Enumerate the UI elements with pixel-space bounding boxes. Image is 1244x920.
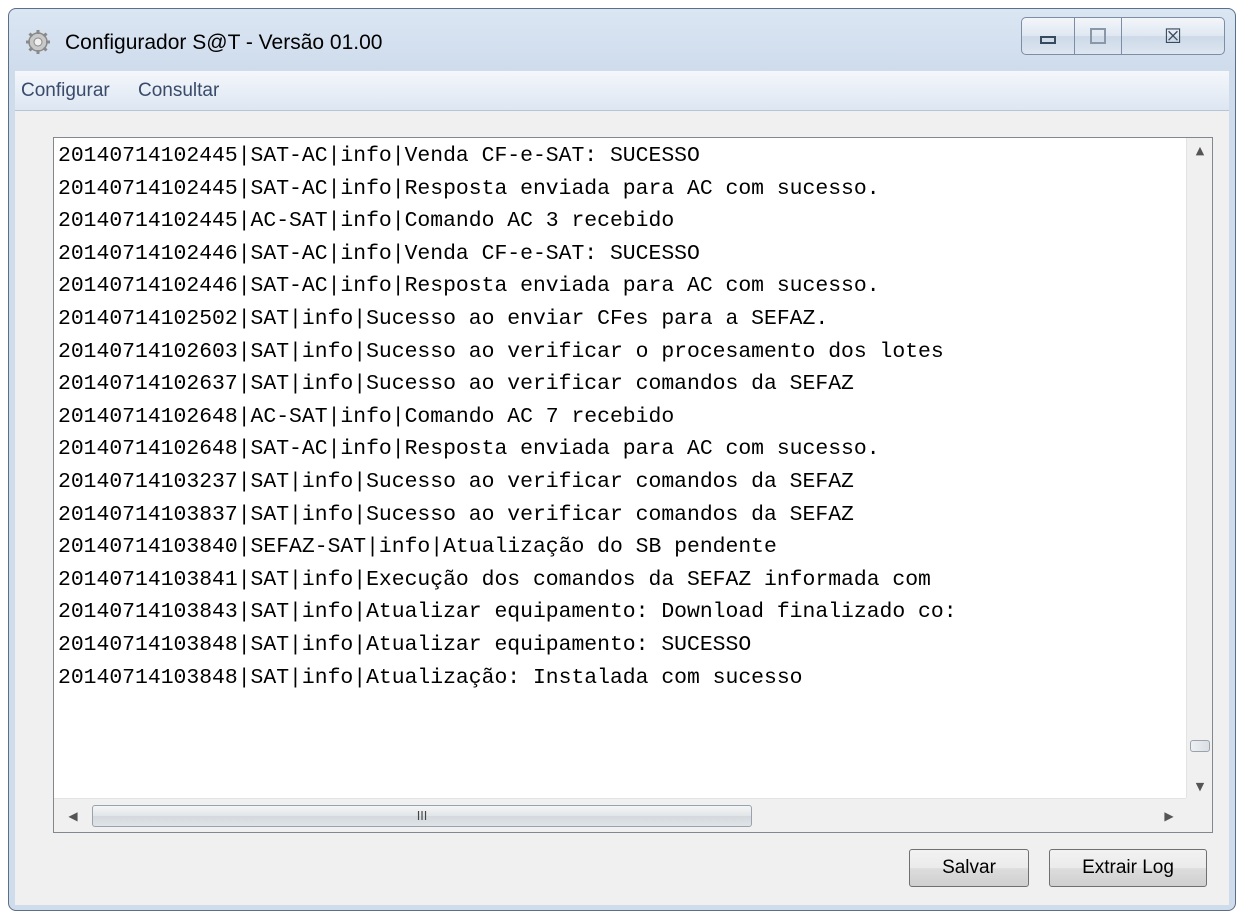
log-line: 20140714102648|SAT-AC|info|Resposta envi… (58, 437, 880, 462)
scroll-right-icon[interactable]: ▶ (1154, 799, 1184, 832)
log-line: 20140714103841|SAT|info|Execução dos com… (58, 567, 931, 592)
caption-buttons: ☒ (1021, 17, 1225, 55)
log-line: 20140714102446|SAT-AC|info|Venda CF-e-SA… (58, 241, 700, 266)
log-line: 20140714102637|SAT|info|Sucesso ao verif… (58, 372, 854, 397)
scroll-up-icon[interactable]: ▲ (1187, 140, 1212, 162)
log-line: 20140714102502|SAT|info|Sucesso ao envia… (58, 306, 829, 331)
scroll-left-icon[interactable]: ◀ (58, 799, 88, 832)
maximize-button[interactable] (1075, 17, 1121, 55)
minimize-button[interactable] (1021, 17, 1075, 55)
log-line: 20140714103843|SAT|info|Atualizar equipa… (58, 600, 957, 625)
log-line: 20140714102603|SAT|info|Sucesso ao verif… (58, 339, 944, 364)
log-line: 20140714102648|AC-SAT|info|Comando AC 7 … (58, 404, 675, 429)
close-icon: ☒ (1164, 24, 1182, 48)
scroll-down-icon[interactable]: ▼ (1187, 776, 1212, 798)
log-line: 20140714102445|SAT-AC|info|Resposta envi… (58, 176, 880, 201)
save-button[interactable]: Salvar (909, 849, 1029, 887)
extract-log-button[interactable]: Extrair Log (1049, 849, 1207, 887)
menu-configurar[interactable]: Configurar (21, 80, 110, 102)
log-line: 20140714102445|AC-SAT|info|Comando AC 3 … (58, 209, 675, 234)
log-line: 20140714103848|SAT|info|Atualização: Ins… (58, 665, 803, 690)
log-lines: 20140714102445|SAT-AC|info|Venda CF-e-SA… (58, 140, 1186, 798)
title-bar[interactable]: Configurador S@T - Versão 01.00 ☒ (9, 9, 1235, 71)
log-line: 20140714103840|SEFAZ-SAT|info|Atualizaçã… (58, 535, 777, 560)
app-window: Configurador S@T - Versão 01.00 ☒ Config… (8, 8, 1236, 911)
log-line: 20140714102445|SAT-AC|info|Venda CF-e-SA… (58, 144, 700, 168)
menu-consultar[interactable]: Consultar (138, 80, 219, 102)
log-line: 20140714102446|SAT-AC|info|Resposta envi… (58, 274, 880, 299)
gear-icon (26, 30, 50, 54)
log-textbox[interactable]: 20140714102445|SAT-AC|info|Venda CF-e-SA… (53, 137, 1213, 833)
vertical-scroll-thumb[interactable] (1190, 740, 1210, 752)
client-area: 20140714102445|SAT-AC|info|Venda CF-e-SA… (15, 111, 1229, 905)
scrollbar-corner (1186, 798, 1212, 832)
log-line: 20140714103237|SAT|info|Sucesso ao verif… (58, 469, 854, 494)
window-title: Configurador S@T - Versão 01.00 (65, 31, 383, 54)
horizontal-scrollbar[interactable]: ◀ III ▶ (54, 798, 1188, 832)
horizontal-scroll-thumb[interactable]: III (92, 805, 752, 827)
maximize-icon (1090, 28, 1106, 44)
log-line: 20140714103837|SAT|info|Sucesso ao verif… (58, 502, 854, 527)
vertical-scrollbar[interactable]: ▲ ▼ (1186, 138, 1212, 798)
menu-bar: Configurar Consultar (15, 71, 1229, 111)
log-line: 20140714103848|SAT|info|Atualizar equipa… (58, 632, 752, 657)
minimize-icon (1040, 36, 1056, 44)
close-button[interactable]: ☒ (1121, 17, 1225, 55)
